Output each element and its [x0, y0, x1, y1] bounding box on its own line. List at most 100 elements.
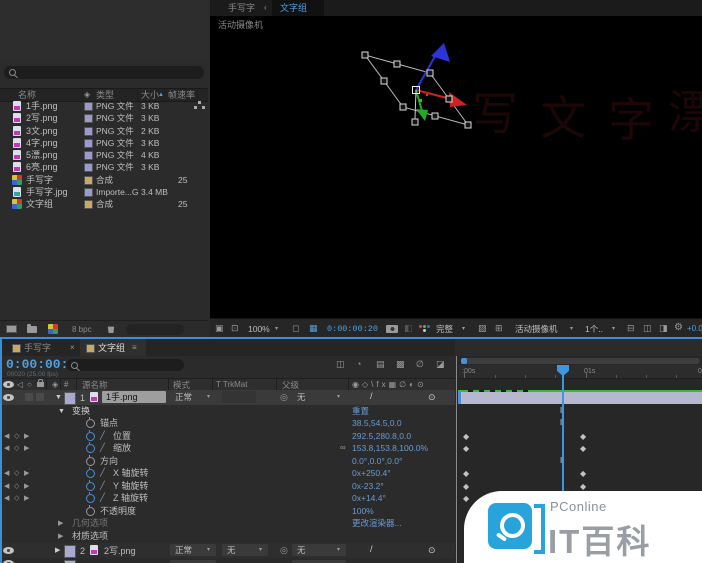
new-folder-icon[interactable] — [27, 326, 37, 333]
frame-blending-icon[interactable]: ▩ — [396, 360, 405, 369]
project-item[interactable]: 3文.png PNG 文件 2 KB — [0, 125, 208, 137]
gear-icon[interactable]: ⚙ — [674, 323, 683, 333]
draft-3d-icon[interactable]: ◔ — [356, 360, 361, 369]
timeline-button-icon[interactable]: ◨ — [659, 324, 668, 333]
region-of-interest-icon[interactable]: ◻ — [292, 324, 299, 333]
property-label[interactable]: 不透明度 — [100, 507, 136, 516]
file-name[interactable]: 1手.png — [26, 102, 58, 111]
property-value[interactable]: 0x+14.4° — [352, 494, 386, 503]
kf-toggle-button[interactable]: ◇ — [14, 483, 19, 490]
trkmat-dropdown[interactable]: 无 ▾ — [222, 544, 268, 556]
property-label[interactable]: Y 轴旋转 — [113, 482, 148, 491]
property-row-xrotation[interactable]: ◀ ◇ ▶ ╱ X 轴旋转 0x+250.4° — [0, 467, 455, 479]
lock-column-icon[interactable] — [37, 382, 44, 387]
kf-prev-button[interactable]: ◀ — [4, 495, 9, 502]
column-size[interactable]: 大小 — [141, 91, 159, 100]
trkmat-cell[interactable] — [222, 391, 256, 403]
interpret-footage-icon[interactable] — [6, 325, 17, 333]
target-region-icon[interactable]: ▨ — [478, 324, 487, 333]
kf-prev-button[interactable]: ◀ — [4, 470, 9, 477]
file-name[interactable]: 5漂.png — [26, 151, 58, 160]
expand-arrow-icon[interactable]: ▶ — [58, 533, 63, 540]
property-value[interactable]: 153.8,153.8,100.0% — [352, 444, 428, 453]
kf-next-button[interactable]: ▶ — [24, 470, 29, 477]
layer-row-3-partial[interactable] — [0, 558, 455, 563]
property-row-yrotation[interactable]: ◀ ◇ ▶ ╱ Y 轴旋转 0x-23.2° — [0, 480, 455, 492]
material-options-label[interactable]: 材质选项 — [72, 532, 108, 541]
resolution-dropdown[interactable]: 完整 — [436, 325, 453, 334]
close-tab-icon[interactable]: × — [70, 344, 75, 352]
property-label[interactable]: 锚点 — [100, 419, 118, 428]
kf-next-button[interactable]: ▶ — [24, 495, 29, 502]
viewer-tab-inactive[interactable]: 手写字 — [228, 4, 255, 13]
project-item[interactable]: 5漂.png PNG 文件 4 KB — [0, 149, 208, 161]
viewport[interactable]: 活动摄像机 写 文 字 漂 — [210, 16, 702, 318]
show-snapshot-icon[interactable]: ◧ — [404, 324, 413, 333]
magnification-icon[interactable]: ⊡ — [231, 324, 239, 333]
viewer-timecode[interactable]: 0:00:00:20 — [327, 325, 378, 334]
keyframe-diamond[interactable]: ◆ — [463, 444, 469, 453]
property-row-orientation[interactable]: 方向 0.0°,0.0°,0.0° — [0, 455, 455, 467]
view-layout-dropdown[interactable]: 1个.. — [585, 325, 603, 334]
file-name[interactable]: 6亮.png — [26, 163, 58, 172]
kf-prev-button[interactable]: ◀ — [4, 483, 9, 490]
file-name[interactable]: 4字.png — [26, 139, 58, 148]
change-renderer-link[interactable]: 更改渲染器... — [352, 519, 402, 528]
kf-toggle-button[interactable]: ◇ — [14, 470, 19, 477]
file-name[interactable]: 文字组 — [26, 200, 53, 209]
project-search-input[interactable] — [4, 66, 204, 79]
project-item[interactable]: 6亮.png PNG 文件 3 KB — [0, 161, 208, 173]
quality-switch-icon[interactable]: / — [370, 545, 373, 554]
viewer-tab-active[interactable]: 文字组 — [272, 0, 324, 16]
switch-cell[interactable] — [25, 393, 33, 401]
property-value[interactable]: 38.5,54.5,0.0 — [352, 419, 402, 428]
file-name[interactable]: 手写字 — [26, 176, 53, 185]
chevron-down-icon[interactable]: ▾ — [275, 326, 278, 332]
material-options-row[interactable]: ▶ 材质选项 — [0, 530, 455, 542]
property-value[interactable]: 100% — [352, 507, 374, 516]
audio-column-icon[interactable]: ◁ — [17, 381, 23, 389]
link-dimensions-icon[interactable]: ∞ — [340, 444, 346, 452]
motion-blur-icon[interactable]: ∅ — [416, 360, 424, 369]
property-label[interactable]: 方向 — [100, 457, 118, 466]
switch-cell[interactable] — [36, 393, 44, 401]
expand-arrow-icon[interactable]: ▼ — [58, 408, 65, 415]
chevron-down-icon[interactable]: ▾ — [462, 326, 465, 332]
layer-name-selected[interactable]: 1手.png — [102, 391, 166, 403]
panel-divider[interactable] — [456, 356, 457, 563]
column-type[interactable]: 类型 — [96, 91, 114, 100]
show-channels-icon[interactable] — [419, 325, 422, 328]
stopwatch-icon[interactable] — [86, 494, 95, 503]
layer-row-1[interactable]: ▼ 1 1手.png 正常 ▾ ◎ 无 ▾ / ⊙ — [0, 390, 455, 405]
kf-next-button[interactable]: ▶ — [24, 433, 29, 440]
property-label[interactable]: 缩放 — [113, 444, 131, 453]
kf-prev-button[interactable]: ◀ — [4, 433, 9, 440]
camera-view-dropdown[interactable]: 活动摄像机 — [515, 325, 558, 334]
column-mode[interactable]: 模式 — [173, 381, 190, 390]
3d-layer-switch-icon[interactable]: ⊙ — [428, 546, 436, 555]
expand-arrow-icon[interactable]: ▶ — [55, 547, 60, 554]
chevron-down-icon[interactable]: ▾ — [612, 326, 615, 332]
property-row-zrotation[interactable]: ◀ ◇ ▶ ╱ Z 轴旋转 0x+14.4° — [0, 492, 455, 504]
project-item[interactable]: 文字组 合成 25 — [0, 198, 208, 210]
keyframe-diamond[interactable]: ◆ — [463, 494, 469, 503]
kf-prev-button[interactable]: ◀ — [4, 445, 9, 452]
stopwatch-icon[interactable] — [86, 457, 95, 466]
property-row-scale[interactable]: ◀ ◇ ▶ ╱ 缩放 ∞ 153.8,153.8,100.0% — [0, 442, 455, 454]
file-name[interactable]: 手写字.jpg — [26, 188, 68, 197]
keyframe-diamond[interactable]: ◆ — [463, 482, 469, 491]
blend-mode-dropdown[interactable]: 正常 ▾ — [170, 391, 216, 403]
fast-previews-icon[interactable]: ◫ — [643, 324, 652, 333]
column-name[interactable]: 名称 — [18, 91, 36, 100]
property-label[interactable]: X 轴旋转 — [113, 469, 149, 478]
file-name[interactable]: 2写.png — [26, 114, 58, 123]
zoom-level-dropdown[interactable]: 100% — [248, 325, 270, 334]
geometry-options-label[interactable]: 几何选项 — [72, 519, 108, 528]
label-color-chip[interactable] — [84, 102, 93, 111]
eye-icon[interactable] — [3, 394, 14, 401]
project-item[interactable]: 手写字.jpg Importe...G 3.4 MB — [0, 186, 208, 198]
guides-icon[interactable]: ⊞ — [495, 324, 503, 333]
kf-toggle-button[interactable]: ◇ — [14, 433, 19, 440]
eye-icon[interactable] — [3, 547, 14, 554]
always-preview-icon[interactable]: ▣ — [215, 324, 224, 333]
